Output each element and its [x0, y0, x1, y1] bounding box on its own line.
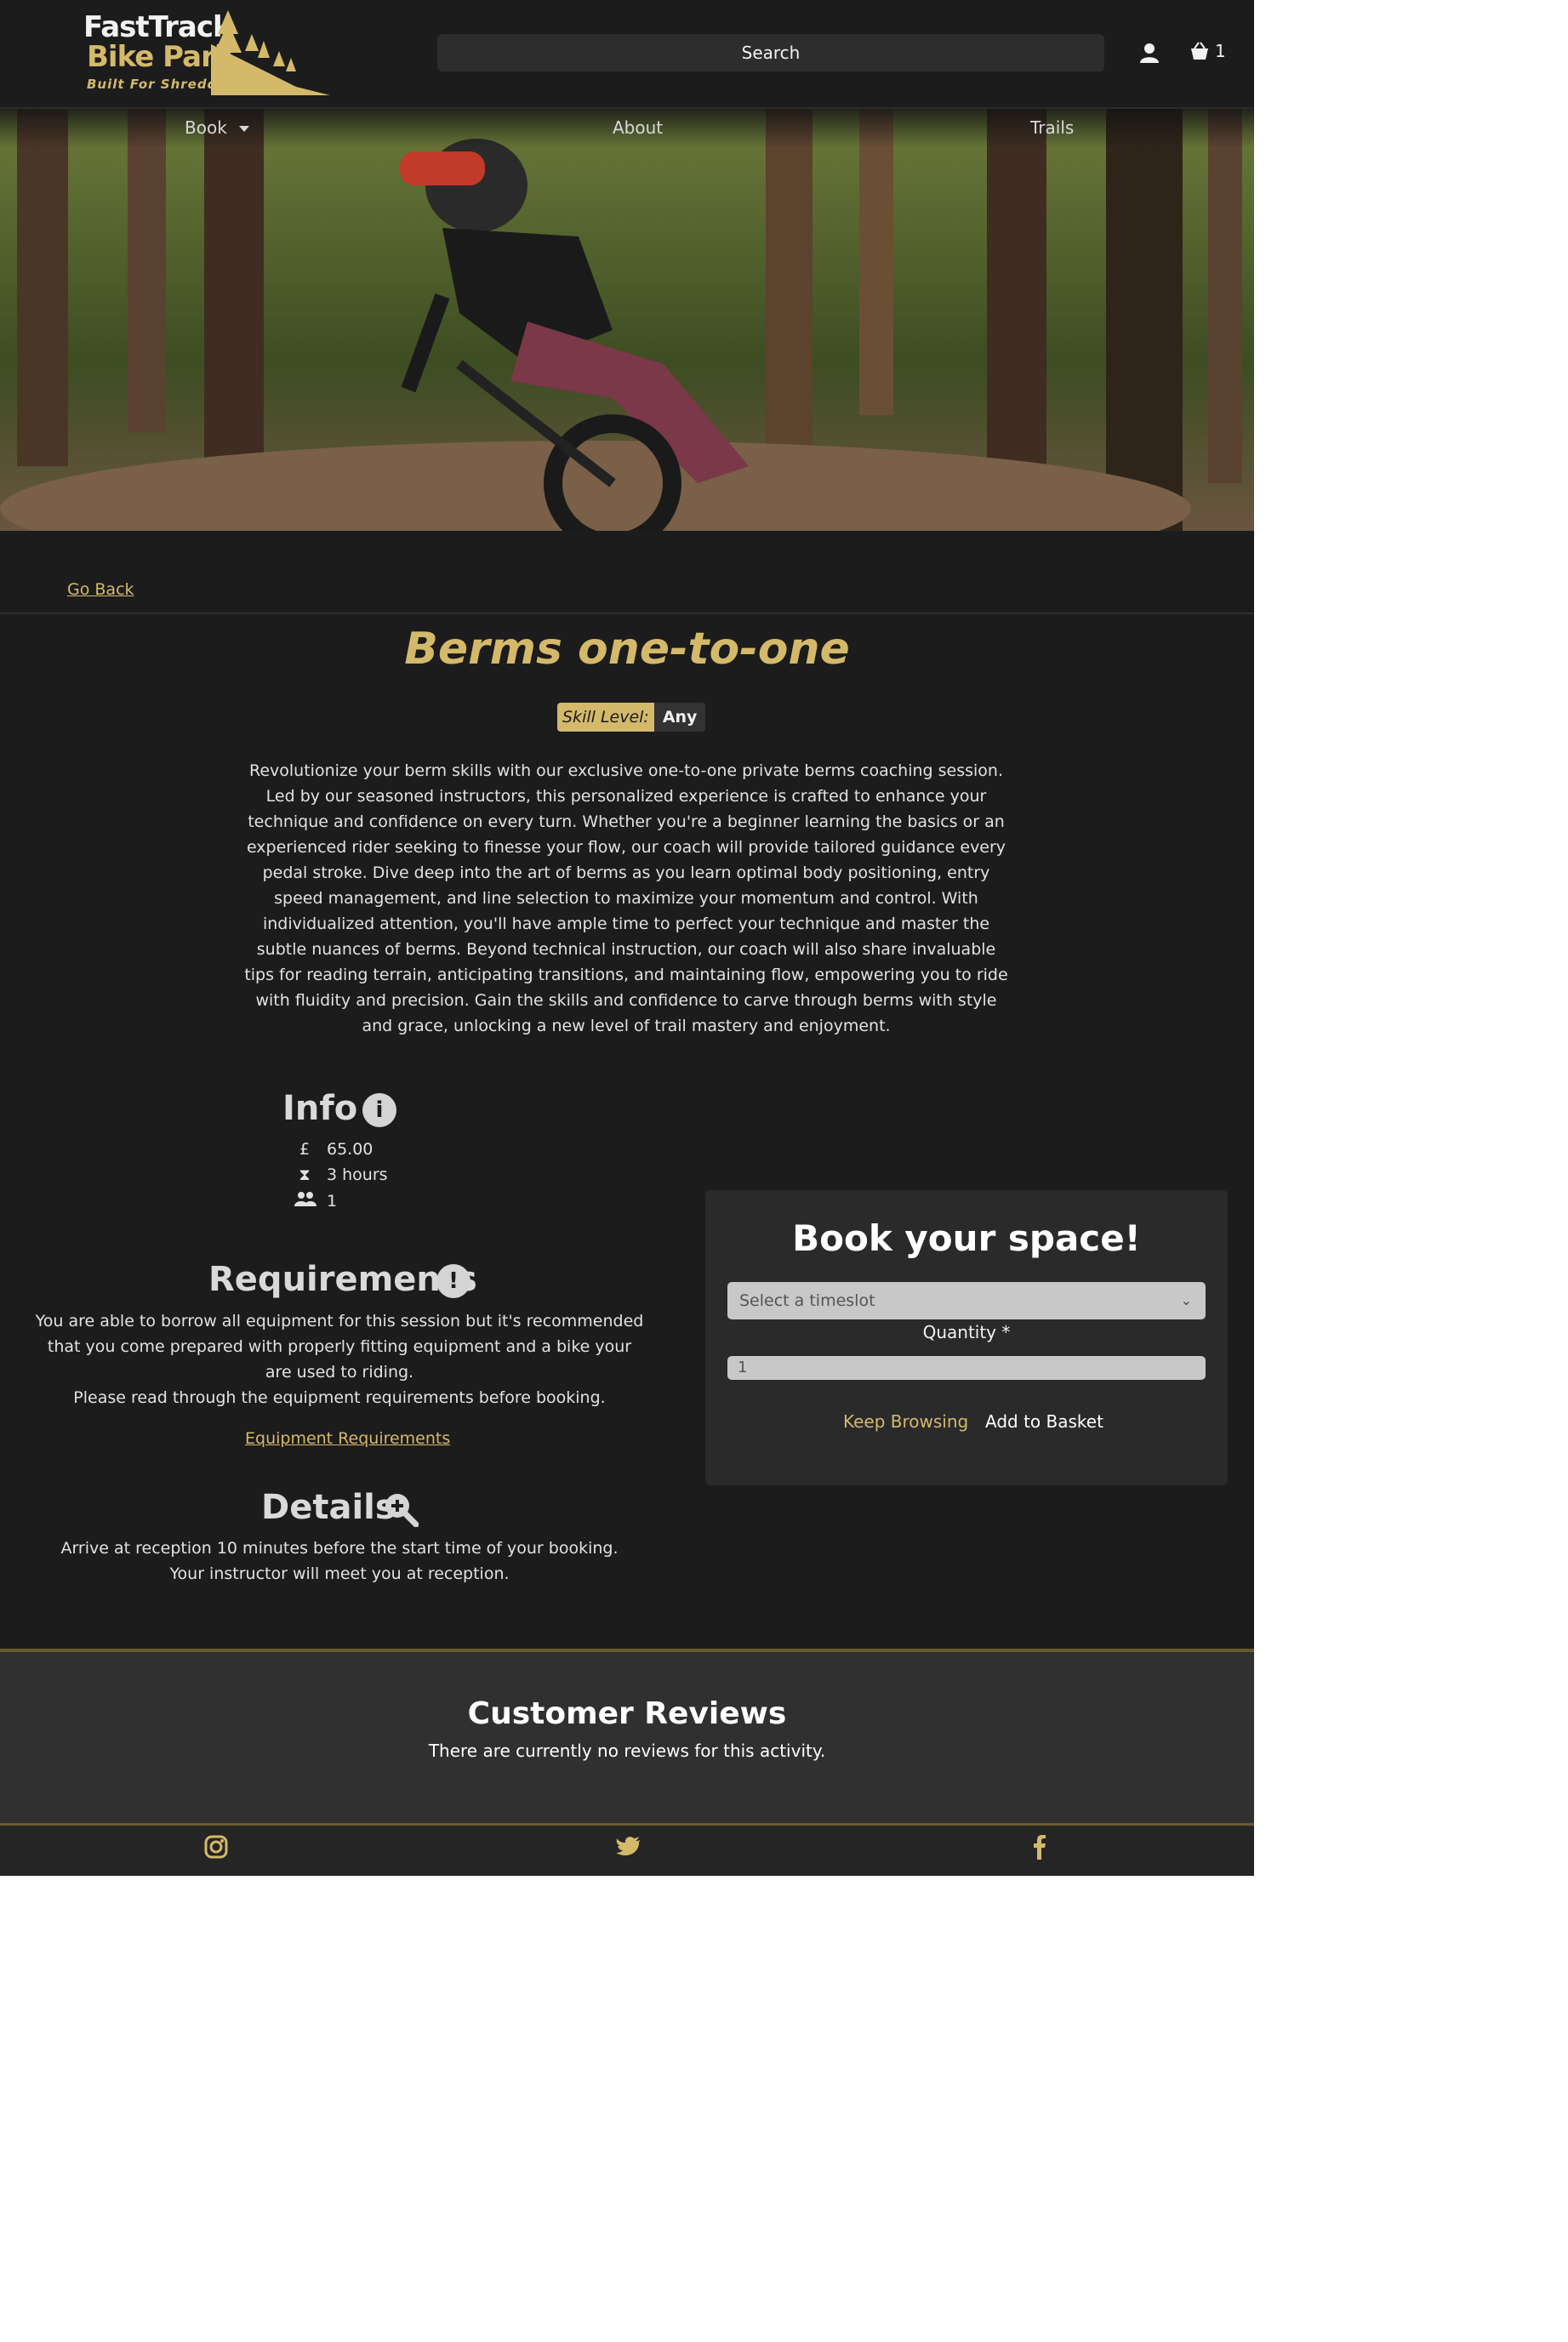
exclamation-icon: !	[436, 1264, 470, 1298]
search-bar[interactable]: Search	[437, 34, 1104, 71]
requirements-text-2: Please read through the equipment requir…	[73, 1388, 606, 1407]
chevron-down-icon: ⌄	[1180, 1292, 1192, 1308]
facebook-icon[interactable]	[1027, 1834, 1052, 1860]
pound-icon: £	[299, 1140, 311, 1159]
nav-item-about[interactable]: About	[613, 117, 663, 138]
divider	[0, 613, 1254, 614]
mountain-trees-icon	[211, 10, 330, 95]
zoom-in-icon	[385, 1494, 419, 1527]
hero-image	[0, 109, 1254, 531]
quantity-value: 1	[738, 1359, 748, 1376]
skill-level-badge: Skill Level: Any	[557, 703, 706, 732]
reviews-section: Customer Reviews There are currently no …	[0, 1649, 1254, 1826]
nav-item-trails[interactable]: Trails	[1030, 117, 1074, 138]
caret-down-icon	[239, 126, 250, 132]
quantity-label: Quantity *	[922, 1322, 1011, 1342]
go-back-link[interactable]: Go Back	[67, 580, 134, 599]
quantity-input[interactable]: 1	[727, 1356, 1206, 1380]
users-icon	[294, 1191, 316, 1211]
search-label: Search	[741, 43, 801, 63]
skill-level-value: Any	[653, 703, 706, 732]
logo-line1: FastTrack	[83, 10, 232, 44]
site-header: FastTrack Bike Park Built For Shredding …	[0, 0, 1254, 109]
info-price: £ 65.00	[294, 1140, 373, 1159]
reviews-heading: Customer Reviews	[467, 1696, 787, 1731]
timeslot-placeholder: Select a timeslot	[739, 1291, 875, 1310]
duration-value: 3 hours	[327, 1165, 388, 1184]
details-text: Arrive at reception 10 minutes before th…	[60, 1539, 619, 1583]
nav-book-label: Book	[185, 117, 227, 138]
reviews-empty-text: There are currently no reviews for this …	[428, 1741, 826, 1761]
mountain-biker-photo	[0, 109, 1254, 531]
page-title: Berms one-to-one	[404, 624, 850, 675]
page: FastTrack Bike Park Built For Shredding …	[0, 0, 1254, 1876]
timeslot-select[interactable]: Select a timeslot ⌄	[727, 1282, 1206, 1319]
user-icon[interactable]	[1140, 43, 1159, 63]
basket-icon	[1191, 42, 1208, 60]
hourglass-icon: ⧗	[299, 1165, 311, 1184]
price-value: 65.00	[327, 1140, 373, 1159]
site-footer	[0, 1823, 1254, 1876]
info-icon: i	[362, 1093, 396, 1127]
site-logo[interactable]: FastTrack Bike Park Built For Shredding	[83, 10, 334, 97]
instagram-icon[interactable]	[203, 1834, 229, 1860]
main-nav: Book About Trails	[0, 109, 1254, 148]
basket-button[interactable]: 1	[1189, 41, 1226, 61]
info-capacity: 1	[294, 1191, 337, 1211]
nav-item-book[interactable]: Book	[185, 117, 250, 138]
requirements-text-1: You are able to borrow all equipment for…	[35, 1312, 644, 1382]
keep-browsing-button[interactable]: Keep Browsing	[843, 1411, 968, 1432]
twitter-icon[interactable]	[616, 1834, 641, 1860]
activity-description: Revolutionize your berm skills with our …	[244, 761, 1008, 1035]
basket-count: 1	[1215, 41, 1226, 61]
requirements-text: You are able to borrow all equipment for…	[32, 1308, 647, 1410]
info-heading: Info	[282, 1089, 358, 1128]
details-heading: Details	[261, 1488, 396, 1527]
capacity-value: 1	[327, 1191, 338, 1211]
info-duration: ⧗ 3 hours	[294, 1165, 388, 1184]
add-to-basket-button[interactable]: Add to Basket	[985, 1411, 1103, 1432]
booking-title: Book your space!	[792, 1217, 1141, 1259]
equipment-requirements-link[interactable]: Equipment Requirements	[245, 1429, 450, 1448]
skill-level-key: Skill Level:	[557, 703, 654, 732]
booking-card: Book your space! Select a timeslot ⌄ Qua…	[705, 1190, 1228, 1485]
